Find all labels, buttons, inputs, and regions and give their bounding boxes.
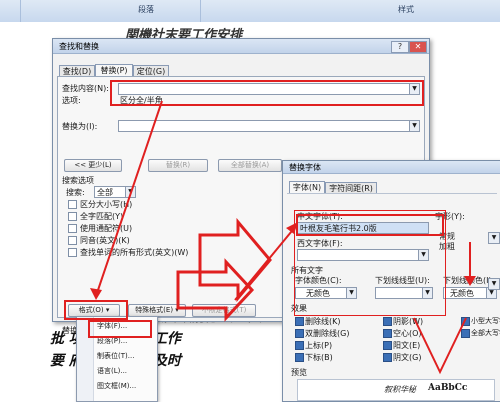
whole-word-label: 全字匹配(Y) [80, 212, 124, 221]
match-case-checkbox[interactable] [68, 200, 77, 209]
double-strikethrough-checkbox[interactable] [295, 329, 304, 338]
replace-input[interactable]: ▼ [118, 120, 420, 132]
engrave-label: 阴文(G) [393, 353, 422, 362]
chevron-down-icon[interactable]: ▼ [409, 121, 419, 131]
chevron-down-icon[interactable]: ▼ [488, 232, 500, 244]
small-caps-checkbox[interactable] [461, 317, 470, 326]
no-formatting-button[interactable]: 不限定格式(T) [192, 304, 256, 317]
emboss-checkbox[interactable] [383, 341, 392, 350]
replace-all-button[interactable]: 全部替换(A) [218, 159, 282, 172]
subscript-label: 下标(B) [305, 353, 333, 362]
highlight-find-field [110, 80, 424, 106]
underline-color-label: 下划线颜色(I): [443, 276, 495, 285]
whole-word-checkbox[interactable] [68, 212, 77, 221]
chevron-down-icon[interactable]: ▼ [488, 278, 500, 290]
menu-item-language[interactable]: 语言(L)... [97, 366, 127, 376]
all-caps-checkbox[interactable] [461, 329, 470, 338]
highlight-font-settings-area [294, 210, 446, 316]
outline-checkbox[interactable] [383, 329, 392, 338]
wildcards-checkbox[interactable] [68, 224, 77, 233]
engrave-checkbox[interactable] [383, 353, 392, 362]
preview-box: 叙积华秘 AaBbCc [297, 379, 495, 401]
close-button[interactable]: ✕ [409, 41, 427, 53]
all-word-forms-label: 查找单词的所有形式(英文)(W) [80, 248, 189, 257]
search-options-label: 搜索选项 [62, 176, 94, 185]
replace-button[interactable]: 替换(R) [148, 159, 208, 172]
font-dialog-title: 替换字体 [289, 163, 321, 172]
highlight-format-button [64, 300, 128, 320]
preview-label: 预览 [291, 368, 307, 377]
double-strikethrough-label: 双删除线(G) [305, 329, 350, 338]
shadow-label: 阴影(W) [393, 317, 424, 326]
sounds-like-checkbox[interactable] [68, 236, 77, 245]
wildcards-label: 使用通配符(U) [80, 224, 133, 233]
emboss-label: 阳文(E) [393, 341, 421, 350]
highlight-font-menu-item [88, 320, 152, 338]
superscript-checkbox[interactable] [295, 341, 304, 350]
chevron-down-icon[interactable]: ▼ [125, 187, 135, 197]
font-dialog-titlebar: 替换字体 [283, 161, 500, 174]
sounds-like-label: 同音(英文)(K) [80, 236, 130, 245]
options-label: 选项: [62, 96, 81, 105]
dialog-title: 查找和替换 [59, 42, 99, 51]
tab-divider [287, 193, 497, 194]
outline-label: 空心(O) [393, 329, 422, 338]
search-scope-label: 搜索: [66, 188, 85, 197]
dialog-titlebar: 查找和替换 ? ✕ [53, 39, 429, 54]
underline-color-value: 无颜色 [450, 289, 474, 298]
all-word-forms-checkbox[interactable] [68, 248, 77, 257]
less-button[interactable]: << 更少(L) [64, 159, 122, 172]
small-caps-label: 小型大写字母(M) [471, 317, 500, 325]
preview-latin: AaBbCc [428, 383, 468, 393]
menu-item-tabs[interactable]: 制表位(T)... [97, 351, 134, 361]
search-scope-value: 全部 [97, 188, 113, 197]
replace-label: 替换为(I): [62, 122, 98, 131]
shadow-checkbox[interactable] [383, 317, 392, 326]
search-scope-select[interactable]: 全部 ▼ [94, 186, 136, 198]
ribbon-separator [20, 0, 21, 22]
help-button[interactable]: ? [391, 41, 409, 53]
strikethrough-label: 删除线(K) [305, 317, 341, 326]
strikethrough-checkbox[interactable] [295, 317, 304, 326]
ribbon-group-styles: 样式 [398, 5, 414, 14]
ribbon-separator [200, 0, 201, 22]
match-case-label: 区分大小写(H) [80, 200, 133, 209]
superscript-label: 上标(P) [305, 341, 333, 350]
preview-chinese: 叙积华秘 [384, 385, 416, 394]
ribbon: 段落 样式 [0, 0, 500, 23]
subscript-checkbox[interactable] [295, 353, 304, 362]
find-label: 查找内容(N): [62, 84, 109, 93]
ribbon-group-paragraph: 段落 [138, 5, 154, 14]
menu-item-frame[interactable]: 图文框(M)... [97, 381, 136, 391]
all-caps-label: 全部大写字母(A) [471, 329, 500, 337]
